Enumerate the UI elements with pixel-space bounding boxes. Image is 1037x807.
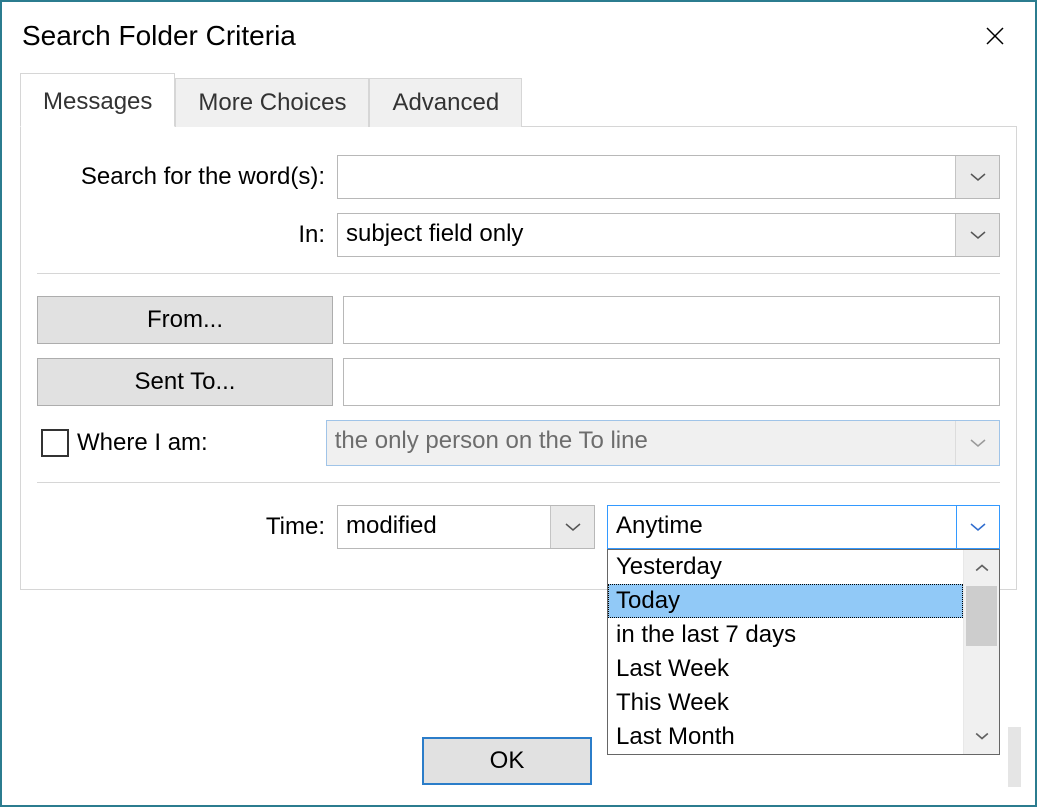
scroll-track[interactable] bbox=[964, 586, 999, 718]
tab-more-choices[interactable]: More Choices bbox=[175, 78, 369, 127]
time-label: Time: bbox=[37, 513, 337, 541]
tab-panel-messages: Search for the word(s): In: subject fiel… bbox=[20, 126, 1017, 590]
tab-messages[interactable]: Messages bbox=[20, 73, 175, 127]
footer-shadow bbox=[1008, 727, 1021, 787]
time-type-dropdown-icon[interactable] bbox=[550, 506, 594, 548]
in-label: In: bbox=[37, 221, 337, 249]
from-input[interactable] bbox=[343, 296, 1000, 344]
where-i-am-combo: the only person on the To line bbox=[326, 420, 1000, 466]
from-button[interactable]: From... bbox=[37, 296, 333, 344]
tab-advanced[interactable]: Advanced bbox=[369, 78, 522, 127]
divider-1 bbox=[37, 273, 1000, 274]
time-type-combo[interactable]: modified bbox=[337, 505, 595, 549]
scroll-up-icon[interactable] bbox=[964, 550, 999, 586]
content-area: Messages More Choices Advanced Search fo… bbox=[2, 66, 1035, 590]
time-range-dropdown-icon[interactable] bbox=[956, 505, 1000, 549]
time-type-value: modified bbox=[338, 506, 550, 548]
scroll-down-icon[interactable] bbox=[964, 718, 999, 754]
time-option-last-week[interactable]: Last Week bbox=[608, 652, 963, 686]
time-option-yesterday[interactable]: Yesterday bbox=[608, 550, 963, 584]
time-option-this-week[interactable]: This Week bbox=[608, 686, 963, 720]
where-i-am-dropdown-icon bbox=[955, 421, 999, 465]
search-words-combo[interactable] bbox=[337, 155, 1000, 199]
close-icon[interactable] bbox=[975, 16, 1015, 56]
time-option-last-7-days[interactable]: in the last 7 days bbox=[608, 618, 963, 652]
title-bar: Search Folder Criteria bbox=[2, 2, 1035, 66]
search-words-label: Search for the word(s): bbox=[37, 163, 337, 191]
time-option-today[interactable]: Today bbox=[608, 584, 963, 618]
time-range-value: Anytime bbox=[608, 506, 957, 548]
tab-strip: Messages More Choices Advanced bbox=[20, 72, 1017, 126]
where-i-am-label: Where I am: bbox=[77, 429, 208, 457]
search-words-input[interactable] bbox=[338, 156, 955, 198]
in-value: subject field only bbox=[338, 214, 955, 256]
in-combo[interactable]: subject field only bbox=[337, 213, 1000, 257]
time-option-last-month[interactable]: Last Month bbox=[608, 720, 963, 754]
dropdown-scrollbar[interactable] bbox=[963, 550, 999, 754]
where-i-am-checkbox[interactable] bbox=[41, 429, 69, 457]
sent-to-input[interactable] bbox=[343, 358, 1000, 406]
sent-to-button[interactable]: Sent To... bbox=[37, 358, 333, 406]
dialog-title: Search Folder Criteria bbox=[22, 20, 296, 52]
search-words-dropdown-icon[interactable] bbox=[955, 156, 999, 198]
divider-2 bbox=[37, 482, 1000, 483]
time-range-combo[interactable]: Anytime Yesterday Today in the last 7 da… bbox=[607, 505, 1000, 549]
dropdown-items: Yesterday Today in the last 7 days Last … bbox=[608, 550, 963, 754]
ok-button[interactable]: OK bbox=[422, 737, 592, 785]
where-i-am-value: the only person on the To line bbox=[327, 421, 955, 465]
scroll-thumb[interactable] bbox=[966, 586, 997, 646]
time-range-dropdown-list: Yesterday Today in the last 7 days Last … bbox=[607, 549, 1000, 755]
in-dropdown-icon[interactable] bbox=[955, 214, 999, 256]
